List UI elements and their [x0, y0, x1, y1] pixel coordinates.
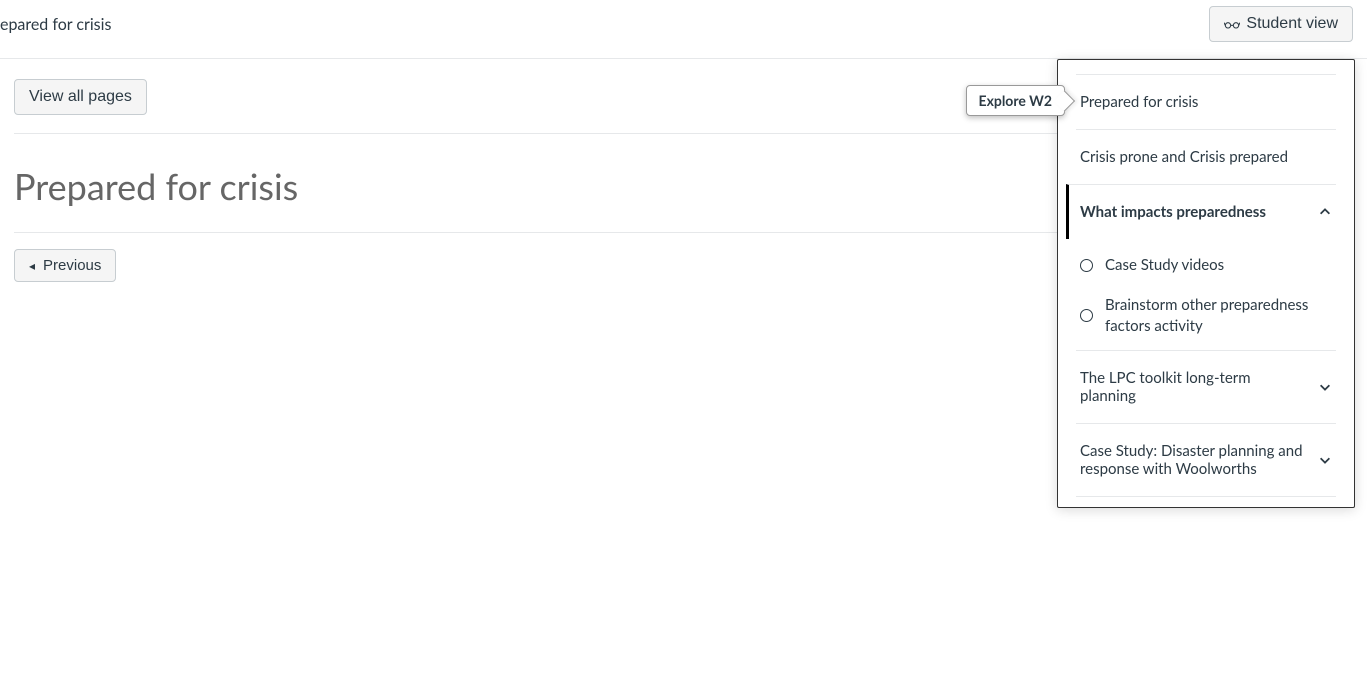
nav-item-label: Prepared for crisis: [1080, 93, 1332, 111]
student-view-label: Student view: [1246, 15, 1338, 33]
chevron-left-icon: ◂: [29, 259, 35, 273]
nav-subitem-label: Case Study videos: [1105, 255, 1224, 275]
previous-label: Previous: [43, 257, 101, 274]
nav-item-lpc-toolkit[interactable]: The LPC toolkit long-term planning: [1076, 350, 1336, 423]
chevron-up-icon: [1318, 205, 1332, 219]
nav-item-label: Crisis prone and Crisis prepared: [1080, 148, 1332, 166]
progress-circle-icon: [1080, 309, 1093, 322]
explore-popover: Prepared for crisis Crisis prone and Cri…: [1057, 59, 1355, 508]
previous-button[interactable]: ◂ Previous: [14, 249, 116, 282]
view-all-pages-button[interactable]: View all pages: [14, 79, 147, 115]
nav-item-case-study-woolworths[interactable]: Case Study: Disaster planning and respon…: [1076, 423, 1336, 496]
nav-subitem-label: Brainstorm other preparedness factors ac…: [1105, 295, 1332, 336]
nav-item-label: What impacts preparedness: [1080, 203, 1308, 221]
nav-item-crisis-prone[interactable]: Crisis prone and Crisis prepared: [1076, 129, 1336, 184]
chevron-down-icon: [1318, 380, 1332, 394]
progress-circle-icon: [1080, 259, 1093, 272]
breadcrumb: epared for crisis: [0, 15, 111, 34]
explore-tag: Explore W2: [966, 85, 1065, 116]
explore-tag-label: Explore W2: [966, 85, 1065, 116]
page-header: epared for crisis Student view: [0, 0, 1367, 59]
nav-item-prepared-for-crisis[interactable]: Prepared for crisis: [1076, 74, 1336, 129]
content-area: View all pages Prepared for crisis ◂ Pre…: [0, 59, 1367, 302]
glasses-icon: [1224, 16, 1240, 32]
chevron-down-icon: [1318, 453, 1332, 467]
nav-item-label: The LPC toolkit long-term planning: [1080, 369, 1308, 405]
nav-subitem-case-study-videos[interactable]: Case Study videos: [1076, 245, 1336, 285]
nav-sublist: Case Study videos Brainstorm other prepa…: [1076, 239, 1336, 350]
student-view-button[interactable]: Student view: [1209, 6, 1353, 42]
divider: [1076, 496, 1336, 497]
nav-subitem-brainstorm[interactable]: Brainstorm other preparedness factors ac…: [1076, 285, 1336, 346]
nav-item-label: Case Study: Disaster planning and respon…: [1080, 442, 1308, 478]
nav-item-what-impacts[interactable]: What impacts preparedness: [1066, 184, 1336, 239]
